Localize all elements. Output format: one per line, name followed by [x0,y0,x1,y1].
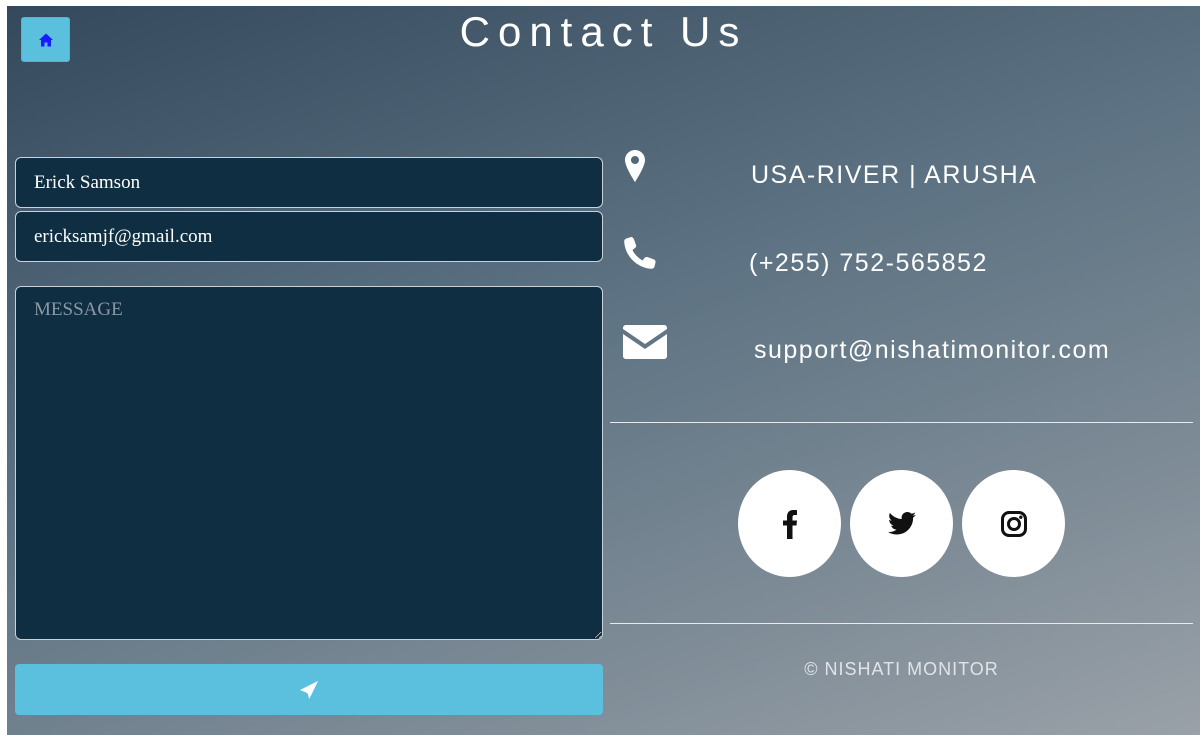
instagram-icon [1000,510,1027,537]
facebook-button[interactable] [738,470,841,577]
twitter-button[interactable] [850,470,953,577]
facebook-icon [782,509,797,539]
support-email-text: support@nishatimonitor.com [754,336,1111,364]
name-field[interactable] [15,157,603,208]
email-row: support@nishatimonitor.com [621,321,1191,371]
phone-row: (+255) 752-565852 [621,234,1191,284]
page-title: Contact Us [459,8,748,55]
divider-top [610,422,1193,423]
divider-bottom [610,623,1193,624]
location-row: USA-RIVER | ARUSHA [621,148,1191,198]
instagram-button[interactable] [962,470,1065,577]
paper-plane-icon [300,680,318,699]
contact-panel: Contact Us USA-RIVER | ARUSHA (+255) 752… [7,6,1200,735]
envelope-icon [623,325,667,359]
copyright-text: © NISHATI MONITOR [804,659,999,679]
location-text: USA-RIVER | ARUSHA [751,161,1038,189]
phone-text: (+255) 752-565852 [749,249,988,277]
map-marker-icon [625,150,645,182]
message-field[interactable] [15,286,603,640]
phone-icon [624,237,656,269]
send-button[interactable] [15,664,603,715]
email-field[interactable] [15,211,603,262]
twitter-icon [887,512,916,535]
